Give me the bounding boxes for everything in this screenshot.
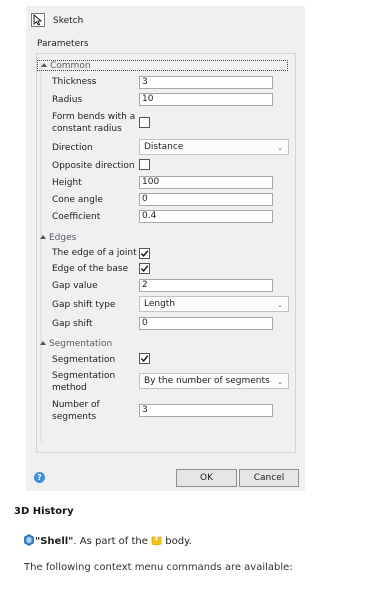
sketch-button[interactable] (31, 13, 45, 27)
direction-value: Distance (144, 142, 184, 152)
opposite-direction-checkbox[interactable] (139, 159, 150, 170)
height-field[interactable]: 100 (139, 176, 273, 189)
thickness-field[interactable]: 3 (139, 76, 273, 89)
edge-of-joint-checkbox[interactable] (139, 248, 150, 259)
ok-button[interactable]: OK (176, 469, 237, 487)
collapse-arrow-icon (40, 341, 46, 345)
height-label: Height (52, 178, 82, 188)
number-of-segments-label-line1: Number of (52, 400, 100, 410)
segmentation-method-select[interactable]: By the number of segments ⌄ (139, 373, 289, 389)
shell-name: "Shell" (35, 536, 74, 547)
gap-shift-type-label: Gap shift type (52, 300, 116, 310)
shell-text-a: . As part of the (73, 536, 152, 547)
gap-shift-type-value: Length (144, 299, 176, 309)
sketch-label: Sketch (53, 16, 84, 26)
help-icon[interactable]: ? (34, 472, 45, 483)
section-segmentation-title: Segmentation (49, 339, 113, 349)
panel-divider (40, 62, 42, 442)
form-bends-label-line1: Form bends with a (52, 112, 136, 122)
thickness-label: Thickness (52, 77, 97, 87)
edge-of-joint-label: The edge of a joint (52, 248, 137, 258)
direction-select[interactable]: Distance ⌄ (139, 139, 289, 155)
checkmark-icon (140, 355, 149, 362)
number-of-segments-field[interactable]: 3 (139, 404, 273, 417)
checkmark-icon (140, 250, 149, 257)
radius-field[interactable]: 10 (139, 93, 273, 106)
cancel-button[interactable]: Cancel (239, 469, 299, 487)
gap-shift-field[interactable]: 0 (139, 317, 273, 330)
segmentation-method-label-line1: Segmentation (52, 371, 116, 381)
edge-of-base-checkbox[interactable] (139, 263, 150, 274)
gap-value-label: Gap value (52, 281, 98, 291)
form-bends-label-line2: constant radius (52, 124, 122, 134)
section-common-header[interactable]: Common (37, 60, 288, 71)
opposite-direction-label: Opposite direction (52, 161, 135, 171)
direction-label: Direction (52, 143, 93, 153)
cone-angle-field[interactable]: 0 (139, 193, 273, 206)
parameters-dialog: Sketch Parameters Common Thickness 3 Rad… (26, 6, 305, 491)
shell-description: "Shell". As part of the body. (35, 535, 192, 547)
coefficient-label: Coefficient (52, 212, 101, 222)
gap-shift-type-select[interactable]: Length ⌄ (139, 296, 289, 312)
chevron-down-icon: ⌄ (277, 301, 283, 309)
checkmark-icon (140, 265, 149, 272)
cursor-arrow-icon (33, 14, 43, 26)
cone-angle-label: Cone angle (52, 195, 103, 205)
segmentation-method-label-line2: method (52, 383, 87, 393)
shell-text-b: body. (162, 536, 192, 547)
form-bends-checkbox[interactable] (139, 117, 150, 128)
segmentation-method-value: By the number of segments (144, 376, 270, 386)
context-menu-note: The following context menu commands are … (24, 562, 293, 573)
section-heading: 3D History (14, 506, 74, 517)
number-of-segments-label-line2: segments (52, 412, 97, 422)
section-edges-header[interactable]: Edges (40, 233, 76, 243)
section-edges-title: Edges (49, 233, 77, 243)
radius-label: Radius (52, 95, 83, 105)
chevron-down-icon: ⌄ (277, 378, 283, 386)
shell-feature-icon (24, 534, 34, 546)
section-common-title: Common (50, 61, 91, 71)
gap-value-field[interactable]: 2 (139, 279, 273, 292)
coefficient-field[interactable]: 0.4 (139, 210, 273, 223)
segmentation-checkbox[interactable] (139, 353, 150, 364)
parameters-label: Parameters (37, 39, 89, 49)
collapse-arrow-icon (40, 235, 46, 239)
segmentation-label: Segmentation (52, 355, 116, 365)
edge-of-base-label: Edge of the base (52, 264, 129, 274)
collapse-arrow-icon (41, 63, 47, 67)
gap-shift-label: Gap shift (52, 319, 93, 329)
chevron-down-icon: ⌄ (277, 144, 283, 152)
section-segmentation-header[interactable]: Segmentation (40, 339, 112, 349)
body-icon (151, 536, 162, 546)
